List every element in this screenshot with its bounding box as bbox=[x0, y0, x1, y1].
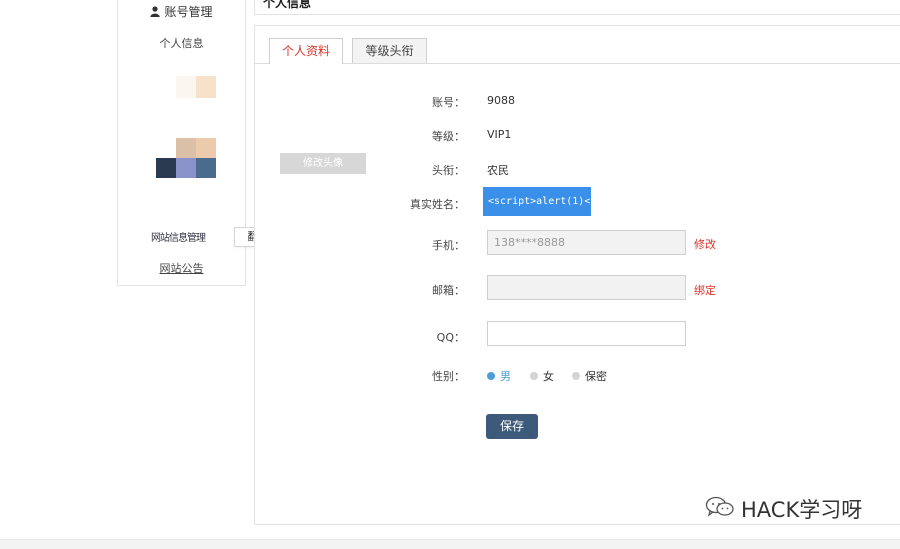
qq-field[interactable] bbox=[487, 321, 686, 346]
radio-icon bbox=[572, 372, 580, 380]
profile-panel: 个人资料 等级头衔 修改头像 账号： 9088 等级： VIP1 头衔： 农民 … bbox=[254, 25, 900, 525]
qq-label: QQ： bbox=[436, 331, 465, 344]
level-value: VIP1 bbox=[487, 128, 512, 141]
save-button[interactable]: 保存 bbox=[486, 414, 538, 439]
watermark-text: HACK学习呀 bbox=[741, 498, 863, 522]
title-value: 农民 bbox=[487, 164, 509, 177]
sidebar-item-partial[interactable]: 网站信息管理 bbox=[151, 232, 221, 244]
radio-icon bbox=[530, 372, 538, 380]
phone-modify-link[interactable]: 修改 bbox=[694, 236, 716, 252]
gender-option-male[interactable]: 男 bbox=[487, 368, 511, 384]
email-field[interactable] bbox=[487, 275, 686, 300]
sidebar: 账号管理 个人信息 网站信息管理 网站公告 bbox=[117, 0, 246, 286]
realname-field[interactable]: <script>alert(1)</scr bbox=[483, 187, 591, 216]
tab-profile[interactable]: 个人资料 bbox=[269, 38, 343, 64]
wechat-icon bbox=[705, 496, 735, 523]
gender-label: 性别： bbox=[432, 370, 465, 383]
account-value: 9088 bbox=[487, 94, 515, 107]
watermark: HACK学习呀 bbox=[705, 494, 862, 524]
change-avatar-button[interactable]: 修改头像 bbox=[280, 153, 366, 174]
phone-field[interactable]: 138****8888 bbox=[487, 230, 686, 255]
sidebar-header-label: 账号管理 bbox=[164, 5, 213, 19]
sidebar-link-notice[interactable]: 网站公告 bbox=[118, 260, 245, 276]
title-label: 头衔： bbox=[432, 164, 465, 177]
account-label: 账号： bbox=[432, 96, 465, 109]
email-bind-link[interactable]: 绑定 bbox=[694, 282, 716, 298]
tab-divider bbox=[255, 63, 900, 64]
email-label: 邮箱： bbox=[432, 284, 465, 297]
phone-label: 手机： bbox=[432, 239, 465, 252]
page-title-bar: 个人信息 bbox=[254, 0, 900, 15]
user-icon bbox=[150, 5, 161, 20]
gender-option-female[interactable]: 女 bbox=[530, 368, 554, 384]
sidebar-header: 账号管理 bbox=[118, 3, 245, 20]
level-label: 等级： bbox=[432, 130, 465, 143]
sidebar-item-personal-info[interactable]: 个人信息 bbox=[118, 35, 245, 51]
tab-level-title[interactable]: 等级头衔 bbox=[352, 38, 427, 63]
realname-label: 真实姓名： bbox=[410, 198, 465, 211]
page-title: 个人信息 bbox=[263, 0, 312, 10]
gender-option-secret[interactable]: 保密 bbox=[572, 368, 607, 384]
radio-selected-icon bbox=[487, 372, 495, 380]
